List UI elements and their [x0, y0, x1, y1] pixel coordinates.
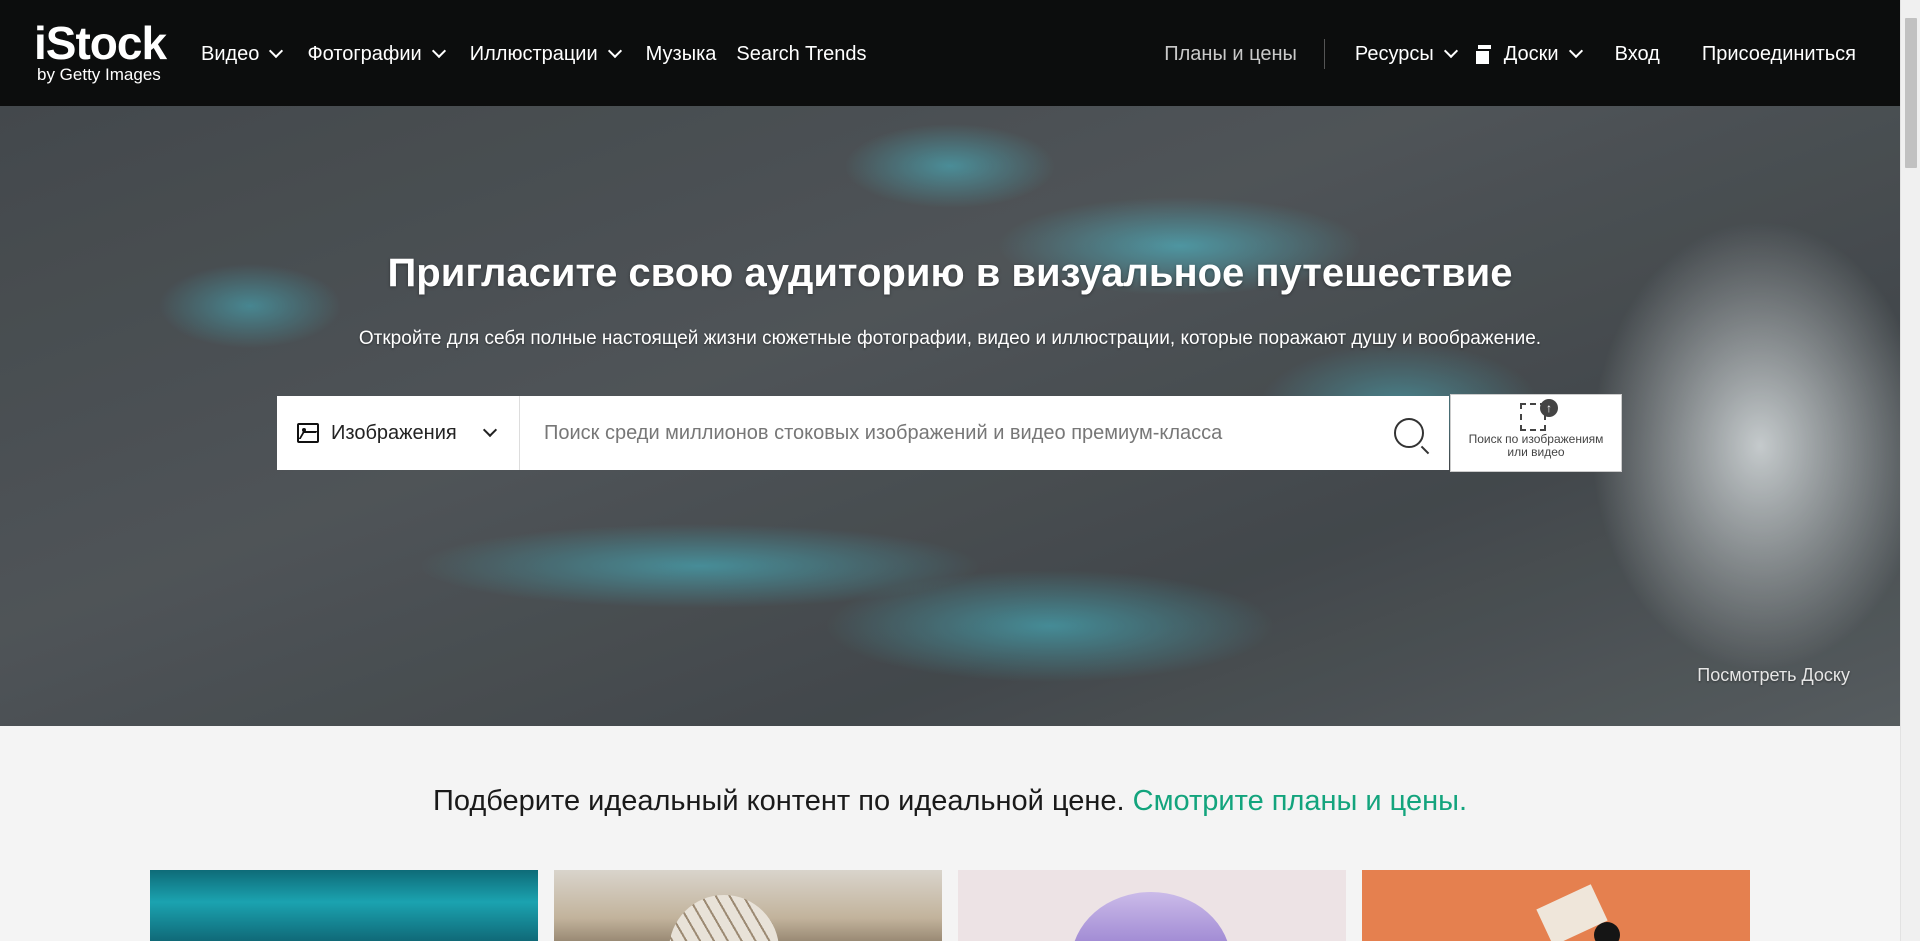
image-upload-icon: ↑ — [1518, 399, 1558, 433]
featured-cards — [150, 870, 1750, 941]
hero-subtitle: Откройте для себя полные настоящей жизни… — [358, 328, 1542, 349]
primary-nav: Видео Фотографии Иллюстрации Музыка Sear… — [201, 38, 866, 70]
nav-music[interactable]: Музыка — [646, 38, 717, 70]
chevron-down-icon — [1443, 43, 1458, 59]
image-icon — [297, 423, 319, 443]
nav-illustrations-label: Иллюстрации — [469, 43, 598, 65]
istock-logo[interactable]: iStock by Getty Images — [34, 17, 167, 84]
search-icon — [1394, 418, 1424, 448]
media-type-select[interactable]: Изображения — [277, 396, 520, 470]
scrollbar[interactable] — [1900, 0, 1920, 941]
hero-title: Пригласите свою аудиторию в визуальное п… — [387, 251, 1513, 295]
nav-video-label: Видео — [201, 43, 260, 65]
featured-card-ocean[interactable] — [150, 870, 538, 941]
nav-boards[interactable]: Доски — [1473, 38, 1587, 70]
search-button[interactable] — [1369, 396, 1449, 470]
featured-card-orange[interactable] — [1362, 870, 1750, 941]
visual-search-button[interactable]: ↑ Поиск по изображениям или видео — [1450, 394, 1622, 472]
featured-card-dome[interactable] — [554, 870, 942, 941]
chevron-down-icon — [1568, 43, 1583, 59]
chevron-down-icon — [269, 43, 284, 59]
chevron-down-icon — [431, 43, 446, 59]
nav-plans-pricing[interactable]: Планы и цены — [1164, 38, 1297, 70]
search-bar: Изображения ↑ Поиск по изображениям или … — [277, 394, 1622, 472]
top-navigation: iStock by Getty Images Видео Фотографии … — [0, 0, 1900, 106]
nav-resources-label: Ресурсы — [1354, 43, 1434, 65]
chevron-down-icon — [607, 43, 622, 59]
nav-resources[interactable]: Ресурсы — [1355, 38, 1462, 70]
nav-photos-label: Фотографии — [307, 43, 422, 65]
nav-music-label: Музыка — [645, 43, 717, 65]
search-input[interactable] — [520, 396, 1369, 470]
nav-divider — [1323, 39, 1325, 69]
teaser-text: Подберите идеальный контент по идеальной… — [432, 785, 1125, 817]
nav-photos[interactable]: Фотографии — [307, 38, 449, 70]
visual-search-label: Поиск по изображениям или видео — [1468, 432, 1604, 459]
featured-card-planet[interactable] — [958, 870, 1346, 941]
nav-signin[interactable]: Вход — [1615, 38, 1660, 70]
nav-search-trends[interactable]: Search Trends — [736, 38, 866, 70]
search-box: Изображения — [277, 396, 1449, 470]
media-type-label: Изображения — [331, 421, 457, 444]
pricing-teaser: Подберите идеальный контент по идеальной… — [0, 785, 1900, 818]
view-board-link[interactable]: Посмотреть Доску — [1697, 665, 1850, 686]
scrollbar-thumb[interactable] — [1905, 18, 1917, 168]
secondary-nav: Планы и цены Ресурсы Доски Вход Присоеди… — [1164, 38, 1856, 70]
nav-illustrations[interactable]: Иллюстрации — [470, 38, 626, 70]
nav-video[interactable]: Видео — [201, 38, 287, 70]
boards-icon — [1473, 45, 1492, 66]
upload-arrow-icon: ↑ — [1540, 399, 1558, 417]
logo-wordmark: iStock — [34, 17, 167, 69]
chevron-down-icon — [482, 422, 497, 438]
nav-join[interactable]: Присоединиться — [1702, 38, 1856, 70]
hero-banner: Пригласите свою аудиторию в визуальное п… — [0, 106, 1900, 726]
logo-tagline: by Getty Images — [37, 65, 161, 84]
plans-pricing-link[interactable]: Смотрите планы и цены. — [1133, 785, 1467, 817]
nav-boards-label: Доски — [1503, 43, 1559, 65]
nav-search-trends-label: Search Trends — [736, 43, 867, 65]
